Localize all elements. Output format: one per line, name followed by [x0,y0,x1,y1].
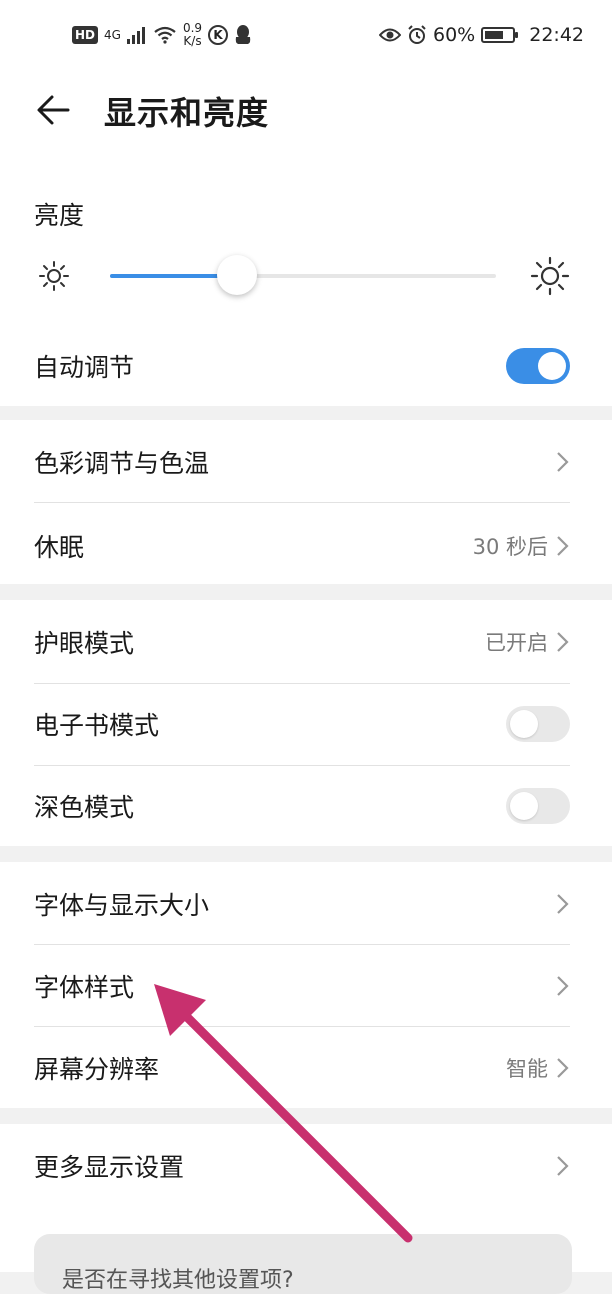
eye-icon [379,28,401,42]
battery-percent: 60% [433,24,476,46]
dark-mode-toggle[interactable] [506,788,570,824]
chevron-right-icon [557,1058,569,1078]
font-size-label: 字体与显示大小 [34,891,210,920]
hd-badge-icon: HD [72,26,99,44]
page-title: 显示和亮度 [104,94,270,132]
sleep-row[interactable]: 休眠 30 秒后 [34,524,570,568]
brightness-slider[interactable] [110,255,496,295]
status-bar: HD 4G 0.9 K/s K 60% 22:42 [0,0,612,76]
alarm-icon [408,25,426,44]
auto-brightness-toggle[interactable] [506,348,570,384]
speed-unit: K/s [183,34,202,48]
more-display-settings-row[interactable]: 更多显示设置 [34,1144,570,1188]
signal-icon [126,27,145,44]
auto-brightness-row[interactable]: 自动调节 [34,344,570,388]
brightness-label: 亮度 [34,201,85,230]
brightness-slider-knob[interactable] [217,255,257,295]
network-type: 4G [104,28,121,42]
screen-resolution-value: 智能 [506,1057,548,1081]
font-display-card: 字体与显示大小 字体样式 屏幕分辨率 智能 [0,862,612,1108]
suggestion-text: 是否在寻找其他设置项? [62,1268,294,1293]
dark-mode-row[interactable]: 深色模式 [34,784,570,828]
wifi-icon [154,26,176,44]
clock: 22:42 [529,24,584,46]
sun-small-icon [39,261,69,291]
ebook-mode-label: 电子书模式 [34,711,160,740]
brightness-card: 亮度 自动调节 [0,176,612,406]
sleep-value: 30 秒后 [472,535,548,559]
color-temperature-row[interactable]: 色彩调节与色温 [34,440,570,484]
suggestion-box[interactable]: 是否在寻找其他设置项? [34,1234,572,1294]
chevron-right-icon [557,976,569,996]
divider [34,683,570,684]
screen-resolution-row[interactable]: 屏幕分辨率 智能 [34,1046,570,1090]
color-sleep-card: 色彩调节与色温 休眠 30 秒后 [0,420,612,584]
divider [34,502,570,503]
auto-brightness-label: 自动调节 [34,353,135,382]
eye-comfort-row[interactable]: 护眼模式 已开启 [34,620,570,664]
network-speed: 0.9 K/s [183,22,202,48]
font-size-row[interactable]: 字体与显示大小 [34,882,570,926]
chevron-right-icon [557,1156,569,1176]
chevron-right-icon [557,894,569,914]
font-style-label: 字体样式 [34,973,135,1002]
color-temperature-label: 色彩调节与色温 [34,449,210,478]
font-style-row[interactable]: 字体样式 [34,964,570,1008]
more-display-settings-label: 更多显示设置 [34,1153,185,1182]
chevron-right-icon [557,632,569,652]
divider [34,1026,570,1027]
battery-icon [481,27,519,43]
divider [34,765,570,766]
ebook-mode-row[interactable]: 电子书模式 [34,702,570,746]
page-header: 显示和亮度 [0,76,612,176]
sleep-label: 休眠 [34,533,85,562]
eye-comfort-label: 护眼模式 [34,629,135,658]
k-app-icon: K [208,25,229,45]
chevron-right-icon [557,536,569,556]
back-arrow-icon[interactable] [34,90,74,130]
sun-large-icon [530,256,570,296]
ebook-mode-toggle[interactable] [506,706,570,742]
status-bar-left: HD 4G 0.9 K/s K [72,22,252,48]
status-bar-right: 60% 22:42 [379,24,584,46]
dark-mode-label: 深色模式 [34,793,135,822]
reading-modes-card: 护眼模式 已开启 电子书模式 深色模式 [0,600,612,846]
chevron-right-icon [557,452,569,472]
eye-comfort-value: 已开启 [485,631,548,655]
qq-icon [235,25,251,44]
divider [34,944,570,945]
screen-resolution-label: 屏幕分辨率 [34,1055,160,1084]
